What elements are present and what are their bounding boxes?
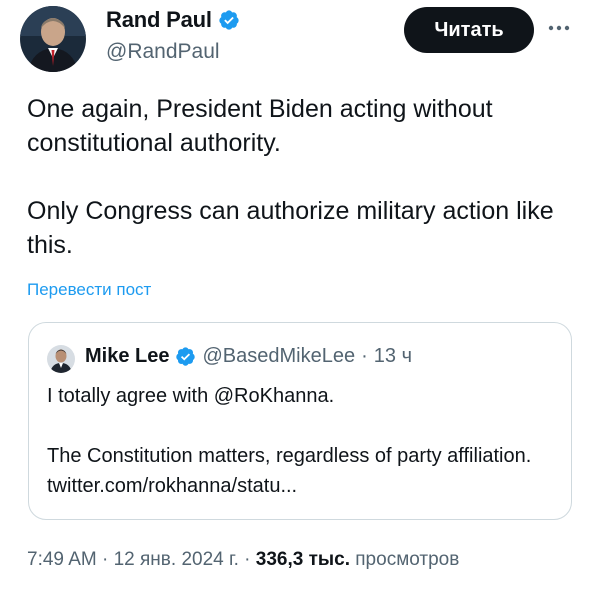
tweet-time[interactable]: 7:49 AM (27, 549, 97, 570)
quoted-author-handle[interactable]: @BasedMikeLee (202, 345, 355, 368)
avatar-image (20, 6, 86, 72)
author-handle[interactable]: @RandPaul (106, 40, 220, 64)
tweet-paragraph: Only Congress can authorize military act… (27, 197, 554, 259)
follow-button[interactable]: Читать (404, 7, 534, 53)
quoted-author-avatar[interactable] (47, 345, 75, 373)
author-name-row[interactable]: Rand Paul (106, 7, 240, 33)
tweet-paragraph: One again, President Biden acting withou… (27, 95, 493, 157)
tweet-date[interactable]: 12 янв. 2024 г. (114, 549, 239, 570)
quoted-tweet-header: Mike Lee @BasedMikeLee · 13 ч (85, 345, 412, 368)
views-label: просмотров (355, 549, 460, 570)
author-name[interactable]: Rand Paul (106, 7, 212, 33)
quoted-tweet-text: I totally agree with @RoKhanna. The Cons… (47, 381, 557, 501)
verified-badge-icon (176, 347, 196, 366)
tweet-text: One again, President Biden acting withou… (27, 92, 572, 262)
translate-post-link[interactable]: Перевести пост (27, 280, 151, 300)
more-horizontal-icon[interactable] (544, 18, 574, 38)
separator-dot: · (244, 549, 251, 570)
quoted-tweet-paragraph: I totally agree with @RoKhanna. (47, 385, 335, 407)
views-count: 336,3 тыс. (255, 549, 350, 570)
separator-dot: · (361, 345, 368, 367)
quoted-tweet-paragraph: The Constitution matters, regardless of … (47, 445, 532, 497)
verified-badge-icon (219, 10, 239, 30)
tweet-meta: 7:49 AM · 12 янв. 2024 г. · 336,3 тыс. п… (27, 549, 459, 571)
quoted-author-name[interactable]: Mike Lee (85, 345, 169, 368)
separator-dot: · (102, 549, 109, 570)
quoted-tweet-time[interactable]: 13 ч (374, 345, 412, 368)
author-avatar[interactable] (20, 6, 86, 72)
quoted-avatar-image (47, 345, 75, 373)
quoted-tweet-card[interactable]: Mike Lee @BasedMikeLee · 13 ч I totally … (28, 322, 572, 520)
